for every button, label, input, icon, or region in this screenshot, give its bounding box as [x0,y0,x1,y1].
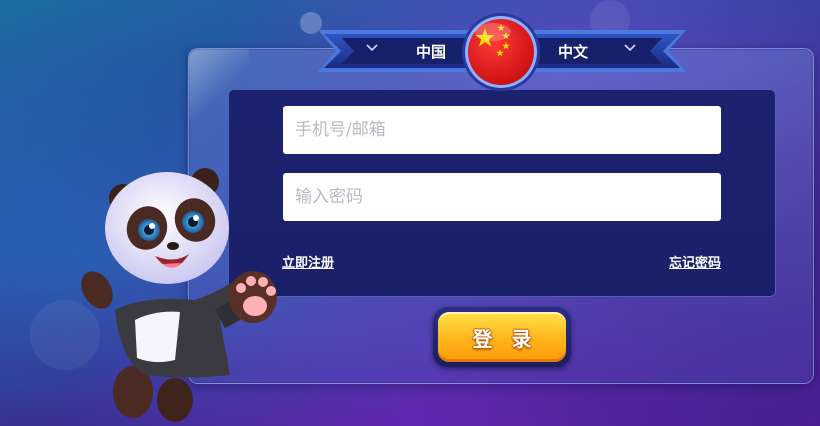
language-label[interactable]: 中文 [558,41,588,62]
language-chevron-down-icon[interactable] [624,44,636,52]
login-button-frame: 登 录 [433,307,571,367]
account-input[interactable] [283,106,721,154]
panda-mascot [81,168,277,422]
register-link[interactable]: 立即注册 [282,252,334,271]
login-button[interactable]: 登 录 [438,312,566,362]
region-chevron-down-icon[interactable] [366,44,378,52]
region-label[interactable]: 中国 [416,41,446,62]
forgot-password-link[interactable]: 忘记密码 [669,252,721,271]
login-form-area: 立即注册 忘记密码 [228,89,776,297]
china-flag-icon[interactable] [461,12,541,92]
password-input[interactable] [283,173,721,221]
